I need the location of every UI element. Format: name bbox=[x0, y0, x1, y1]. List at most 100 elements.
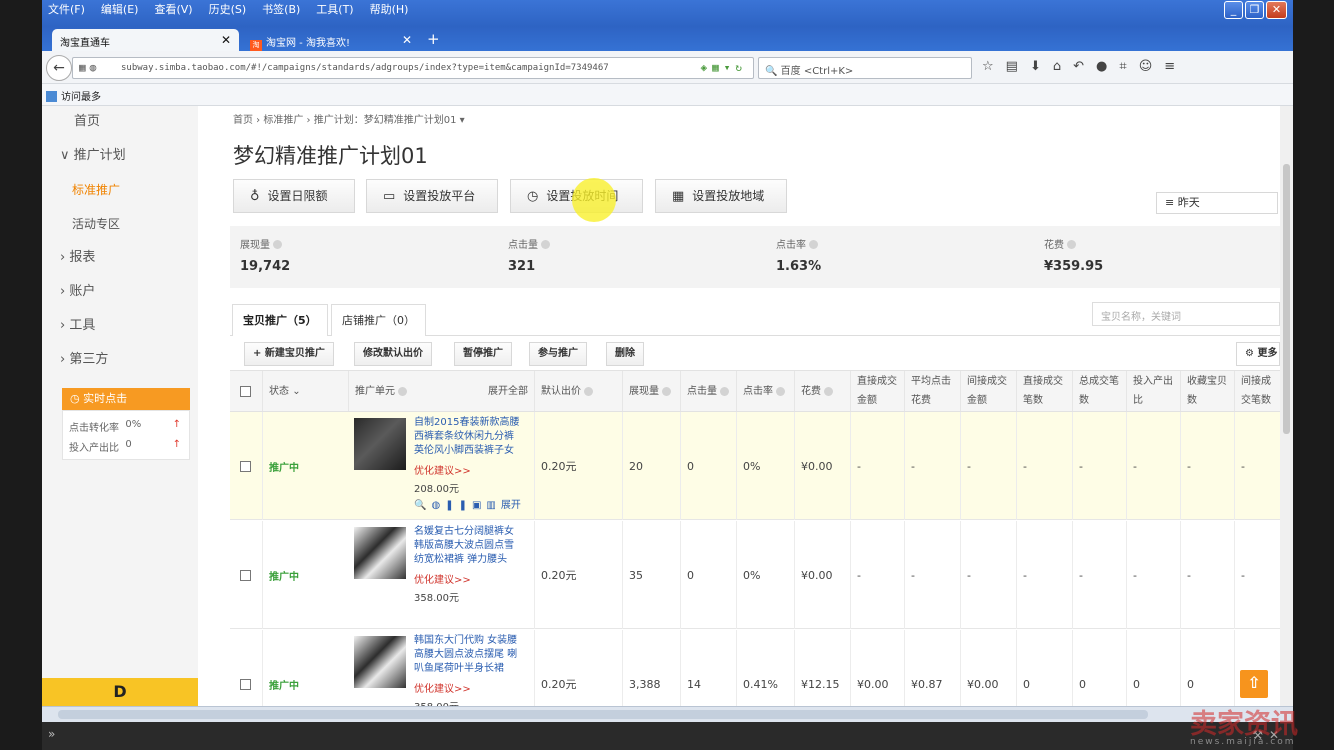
sidebar-item-account[interactable]: › 账户 bbox=[42, 278, 198, 306]
url-bar[interactable]: ▦◍ subway.simba.taobao.com/#!/campaigns/… bbox=[72, 57, 754, 79]
col-status[interactable]: 状态 ⌄ bbox=[262, 371, 348, 411]
horizontal-scrollbar[interactable] bbox=[42, 706, 1293, 722]
help-icon[interactable] bbox=[662, 386, 671, 396]
col-avg-cost[interactable]: 平均点击花费 bbox=[904, 371, 960, 411]
col-impressions[interactable]: 展现量 bbox=[622, 371, 680, 411]
col-favorites[interactable]: 收藏宝贝数 bbox=[1180, 371, 1234, 411]
new-item-promotion-button[interactable]: + 新建宝贝推广 bbox=[244, 342, 334, 366]
set-daily-limit-button[interactable]: ♁ 设置日限额 bbox=[233, 179, 355, 213]
row-checkbox[interactable] bbox=[230, 521, 262, 629]
close-tab-icon[interactable]: ✕ bbox=[402, 33, 412, 47]
pause-promotion-button[interactable]: 暂停推广 bbox=[454, 342, 512, 366]
product-name-link[interactable]: 自制2015春装新款高腰西裤套条纹休闲九分裤英伦风小脚西装裤子女 bbox=[414, 416, 522, 458]
home-icon[interactable]: ⌂ bbox=[1053, 59, 1061, 74]
tab-taobao[interactable]: 淘淘宝网 - 淘我喜欢! ✕ bbox=[242, 29, 420, 51]
bid-value[interactable]: 0.20元 bbox=[534, 412, 622, 520]
optimize-advice-link[interactable]: 优化建议>> bbox=[414, 462, 471, 477]
help-icon[interactable] bbox=[398, 386, 407, 396]
more-button[interactable]: ⚙ 更多 bbox=[1236, 342, 1280, 366]
sidebar-item-reports[interactable]: › 报表 bbox=[42, 244, 198, 272]
col-clicks[interactable]: 点击量 bbox=[680, 371, 736, 411]
sidebar-item-standard[interactable]: 标准推广 bbox=[42, 176, 198, 204]
product-name-link[interactable]: 韩国东大门代购 女装腰高腰大圆点波点摆尾 喇叭鱼尾荷叶半身长裙 bbox=[414, 634, 522, 676]
new-tab-button[interactable]: + bbox=[427, 30, 440, 48]
download-icon[interactable]: ⬇ bbox=[1030, 59, 1041, 74]
bookmark-star-icon[interactable]: ☆ bbox=[982, 59, 994, 74]
product-name-link[interactable]: 名媛复古七分阔腿裤女韩版高腰大波点圆点雪纺宽松裙裤 弹力腰头 bbox=[414, 525, 522, 567]
search-icon[interactable]: 🔍 bbox=[414, 500, 431, 511]
help-icon[interactable] bbox=[824, 386, 833, 396]
join-promotion-button[interactable]: 参与推广 bbox=[529, 342, 587, 366]
menu-tools[interactable]: 工具(T) bbox=[316, 1, 353, 17]
sidebar-item-third-party[interactable]: › 第三方 bbox=[42, 346, 198, 374]
col-direct-count[interactable]: 直接成交笔数 bbox=[1016, 371, 1072, 411]
sidebar-item-campaigns[interactable]: ∨ 推广计划 bbox=[42, 142, 198, 170]
menu-edit[interactable]: 编辑(E) bbox=[101, 1, 139, 17]
col-direct-amount[interactable]: 直接成交金额 bbox=[850, 371, 898, 411]
reader-icon[interactable]: ▤ bbox=[1006, 59, 1018, 74]
trash-icon[interactable]: ▥ bbox=[486, 500, 500, 511]
crop-icon[interactable]: ⌗ bbox=[1119, 59, 1126, 74]
sidebar-item-tools[interactable]: › 工具 bbox=[42, 312, 198, 340]
optimize-advice-link[interactable]: 优化建议>> bbox=[414, 680, 471, 695]
copy-icon[interactable]: ▣ bbox=[472, 500, 486, 511]
bookmark-most-visited[interactable]: 访问最多 bbox=[61, 92, 101, 103]
close-window-button[interactable]: ✕ bbox=[1266, 1, 1287, 19]
optimize-advice-link[interactable]: 优化建议>> bbox=[414, 571, 471, 586]
pause-icon[interactable]: ❚❚ bbox=[445, 500, 472, 511]
bid-value[interactable]: 0.20元 bbox=[534, 521, 622, 629]
tab-shop-promotion[interactable]: 店铺推广（0） bbox=[331, 304, 426, 336]
select-all-checkbox[interactable] bbox=[230, 371, 262, 411]
globe-icon[interactable]: ◍ bbox=[431, 500, 445, 511]
col-ctr[interactable]: 点击率 bbox=[736, 371, 794, 411]
scrollbar-thumb[interactable] bbox=[1283, 164, 1290, 434]
minimize-button[interactable]: _ bbox=[1224, 1, 1243, 19]
back-button[interactable]: ← bbox=[46, 55, 72, 81]
set-region-button[interactable]: ▦ 设置投放地域 bbox=[655, 179, 787, 213]
set-platform-button[interactable]: ▭ 设置投放平台 bbox=[366, 179, 498, 213]
breadcrumb[interactable]: 首页 › 标准推广 › 推广计划：梦幻精准推广计划01 ▾ bbox=[233, 111, 465, 126]
col-roi[interactable]: 投入产出比 bbox=[1126, 371, 1180, 411]
realtime-header[interactable]: ◷ 实时点击 bbox=[62, 388, 190, 410]
menu-view[interactable]: 查看(V) bbox=[154, 1, 192, 17]
product-thumbnail[interactable] bbox=[354, 636, 406, 688]
help-icon[interactable] bbox=[1067, 240, 1076, 249]
scrollbar-thumb[interactable] bbox=[58, 710, 1148, 719]
delete-button[interactable]: 删除 bbox=[606, 342, 644, 366]
tab-simba[interactable]: 淘宝直通车 ✕ bbox=[52, 29, 239, 51]
product-thumbnail[interactable] bbox=[354, 418, 406, 470]
close-tab-icon[interactable]: ✕ bbox=[221, 33, 231, 47]
help-icon[interactable] bbox=[720, 386, 729, 396]
date-range-select[interactable]: ≡ 昨天 bbox=[1156, 192, 1278, 214]
menu-help[interactable]: 帮助(H) bbox=[370, 1, 409, 17]
tab-item-promotion[interactable]: 宝贝推广（5） bbox=[232, 304, 328, 336]
menu-file[interactable]: 文件(F) bbox=[48, 1, 85, 17]
sidebar-item-home[interactable]: 首页 bbox=[42, 108, 198, 136]
expand-link[interactable]: 展开 bbox=[501, 500, 521, 511]
help-icon[interactable] bbox=[584, 386, 593, 396]
help-icon[interactable] bbox=[541, 240, 550, 249]
col-bid[interactable]: 默认出价 bbox=[534, 371, 622, 411]
modify-default-bid-button[interactable]: 修改默认出价 bbox=[354, 342, 432, 366]
sidebar-item-events[interactable]: 活动专区 bbox=[42, 210, 198, 238]
back-to-top-button[interactable]: ⇧ bbox=[1240, 670, 1268, 698]
undo-icon[interactable]: ↶ bbox=[1073, 59, 1084, 74]
help-icon[interactable] bbox=[273, 240, 282, 249]
smiley-icon[interactable]: ☺ bbox=[1139, 59, 1153, 74]
help-icon[interactable] bbox=[776, 386, 785, 396]
menu-history[interactable]: 历史(S) bbox=[209, 1, 247, 17]
help-icon[interactable] bbox=[809, 240, 818, 249]
menu-bookmarks[interactable]: 书签(B) bbox=[262, 1, 300, 17]
menu-icon[interactable]: ≡ bbox=[1164, 59, 1175, 74]
col-indirect-amount[interactable]: 间接成交金额 bbox=[960, 371, 1016, 411]
expand-toolbar-icon[interactable]: » bbox=[48, 727, 55, 741]
search-input[interactable]: 🔍 百度 <Ctrl+K> bbox=[758, 57, 972, 79]
product-thumbnail[interactable] bbox=[354, 527, 406, 579]
item-search-input[interactable]: 宝贝名称，关键词 bbox=[1092, 302, 1280, 326]
vertical-scrollbar[interactable] bbox=[1280, 106, 1293, 706]
expand-all-link[interactable]: 展开全部 bbox=[488, 382, 528, 401]
maximize-button[interactable]: ❐ bbox=[1245, 1, 1264, 19]
chat-icon[interactable]: ● bbox=[1096, 59, 1107, 74]
col-total-count[interactable]: 总成交笔数 bbox=[1072, 371, 1126, 411]
col-cost[interactable]: 花费 bbox=[794, 371, 850, 411]
